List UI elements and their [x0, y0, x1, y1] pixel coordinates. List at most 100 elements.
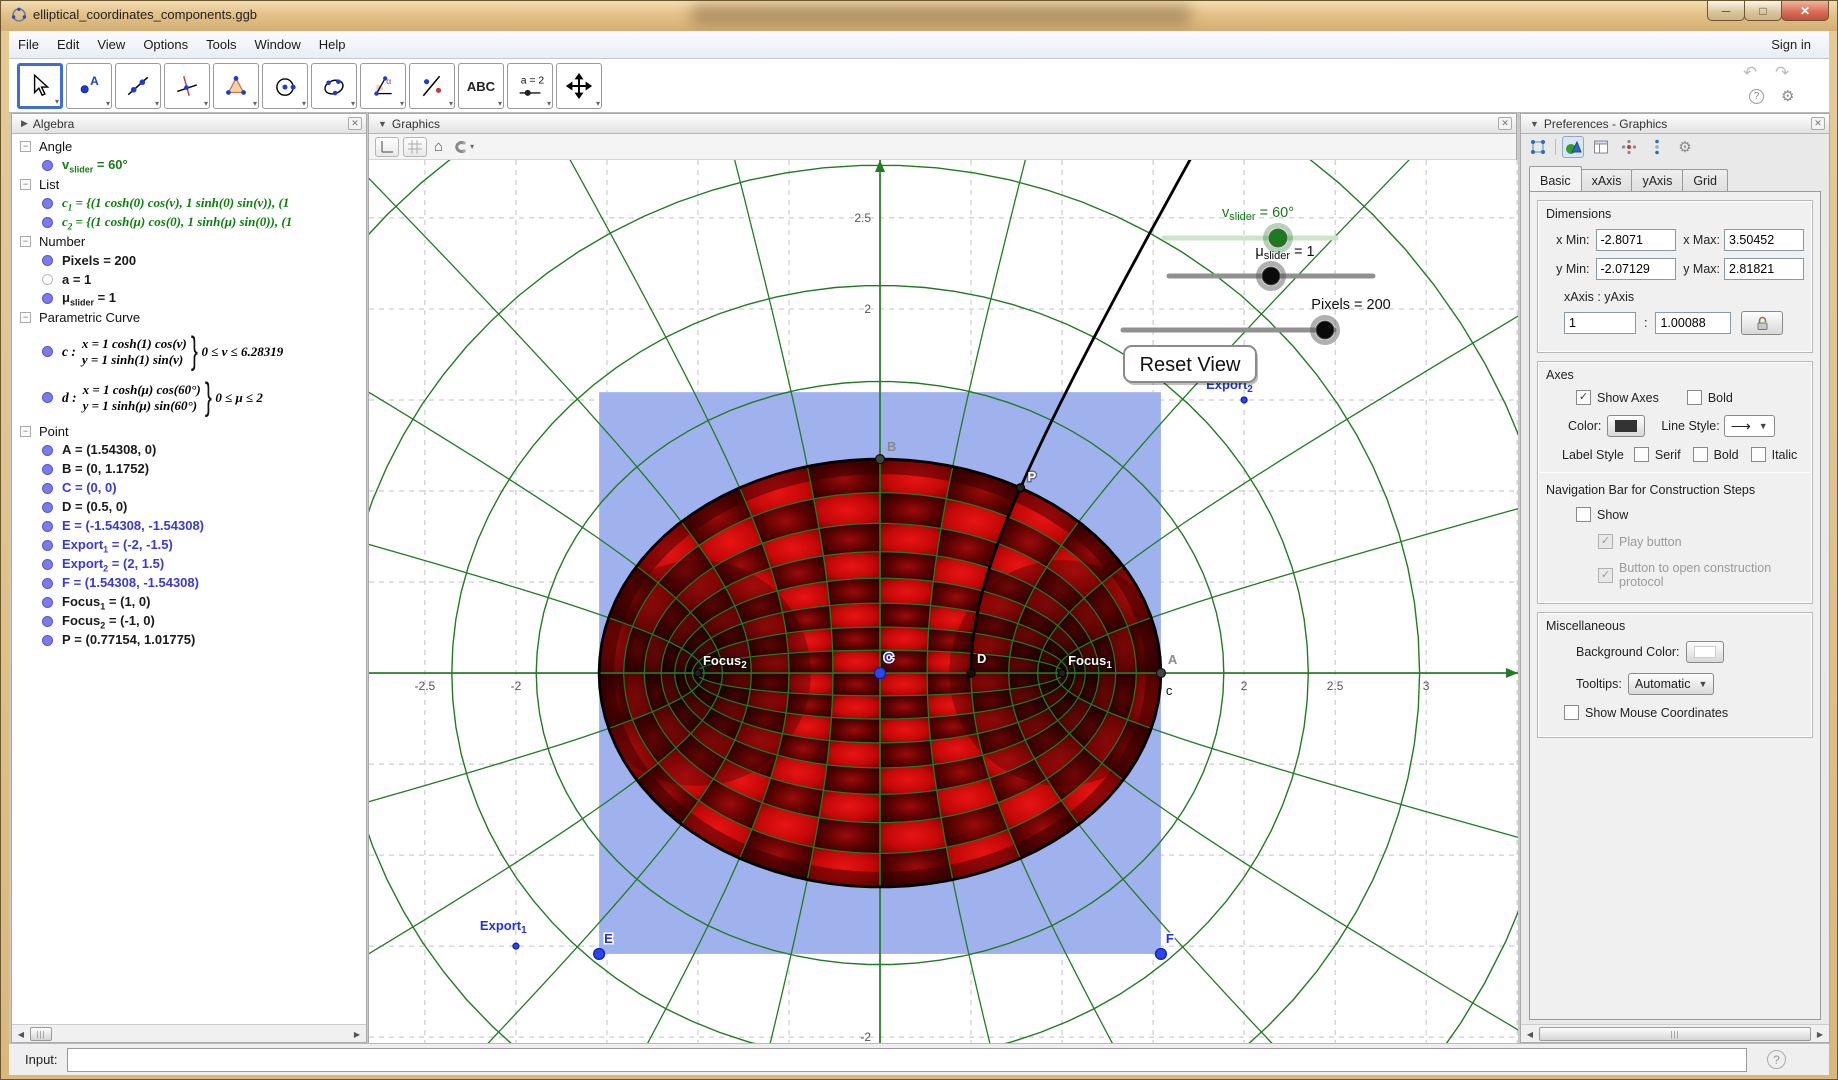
point-D[interactable]	[967, 669, 975, 677]
preferences-horizontal-scrollbar[interactable]: ◀ ||| ▶	[1521, 1024, 1829, 1042]
toggle-grid-button[interactable]	[403, 137, 427, 157]
visibility-dot[interactable]	[42, 160, 53, 171]
visibility-dot[interactable]	[42, 346, 53, 357]
menu-options[interactable]: Options	[134, 32, 197, 57]
tool-reflect[interactable]: ▾	[409, 63, 455, 109]
visibility-dot[interactable]	[42, 293, 53, 304]
point-capturing-dropdown[interactable]: ▾	[450, 141, 477, 153]
tool-slider[interactable]: a = 2 ▾	[507, 63, 553, 109]
protocol-button-checkbox[interactable]: ✓	[1598, 568, 1613, 583]
scrollbar-thumb[interactable]: |||	[30, 1027, 52, 1041]
visibility-dot[interactable]	[42, 445, 53, 456]
prefs-graphics-icon[interactable]	[1562, 136, 1584, 158]
command-input[interactable]	[67, 1048, 1747, 1072]
toggle-axes-button[interactable]	[375, 137, 399, 157]
slider-knob[interactable]	[1269, 229, 1287, 247]
sign-in-link[interactable]: Sign in	[1771, 37, 1829, 52]
tooltips-dropdown[interactable]: Automatic ▼	[1628, 673, 1715, 695]
point-B[interactable]	[876, 455, 885, 464]
algebra-item-pixels[interactable]: Pixels = 200	[12, 251, 366, 270]
axes-color-button[interactable]	[1607, 415, 1645, 437]
settings-gear-icon[interactable]: ⚙	[1781, 87, 1794, 105]
tool-circle[interactable]: ▾	[262, 63, 308, 109]
graphics-header[interactable]: ▼ Graphics ✕	[369, 114, 1516, 134]
visibility-dot[interactable]	[42, 540, 53, 551]
algebra-item-point[interactable]: D = (0.5, 0)	[12, 498, 366, 517]
slider-knob[interactable]	[1316, 321, 1334, 339]
prefs-objects-icon[interactable]	[1527, 136, 1549, 158]
algebra-item-point[interactable]: Focus1 = (1, 0)	[12, 593, 366, 612]
scroll-left-icon[interactable]: ◀	[14, 1027, 28, 1041]
visibility-dot[interactable]	[42, 198, 53, 209]
tool-move-graphics-view[interactable]: ▾	[556, 63, 602, 109]
category-number[interactable]: −Number	[12, 232, 366, 251]
algebra-close-icon[interactable]: ✕	[348, 117, 362, 130]
visibility-dot[interactable]	[42, 559, 53, 570]
visibility-dot[interactable]	[42, 217, 53, 228]
ratio-y-field[interactable]	[1655, 312, 1731, 334]
line-style-dropdown[interactable]: ⟶ ▼	[1724, 415, 1775, 437]
home-icon[interactable]: ⌂	[431, 138, 446, 155]
tool-text[interactable]: ABC ▾	[458, 63, 504, 109]
tool-conic[interactable]: ▾	[311, 63, 357, 109]
visibility-dot[interactable]	[42, 502, 53, 513]
tool-point[interactable]: A ▾	[66, 63, 112, 109]
visibility-dot[interactable]	[42, 597, 53, 608]
italic-checkbox[interactable]: ✓	[1751, 447, 1766, 462]
point-Export1[interactable]	[513, 943, 519, 949]
point-E[interactable]	[594, 948, 605, 959]
prefs-defaults-icon[interactable]	[1618, 136, 1640, 158]
graphics-collapse-icon[interactable]: ▼	[378, 119, 387, 129]
tool-perpendicular-line[interactable]: ▾	[164, 63, 210, 109]
scrollbar-thumb[interactable]: |||	[1539, 1027, 1811, 1041]
xmin-field[interactable]	[1596, 229, 1676, 251]
category-point[interactable]: −Point	[12, 422, 366, 441]
point-Export2[interactable]	[1241, 397, 1247, 403]
title-bar[interactable]: elliptical_coordinates_components.ggb ─ …	[1, 1, 1837, 31]
maximize-button[interactable]: □	[1744, 1, 1782, 21]
background-color-button[interactable]	[1686, 641, 1724, 663]
algebra-item-point[interactable]: C = (0, 0)	[12, 479, 366, 498]
algebra-item-a[interactable]: a = 1	[12, 270, 366, 289]
scroll-left-icon[interactable]: ◀	[1523, 1027, 1537, 1041]
algebra-item-curve-c[interactable]: c : x = 1 cosh(1) cos(ν)y = 1 sinh(1) si…	[12, 330, 366, 373]
ymax-field[interactable]	[1724, 258, 1804, 280]
slider-knob[interactable]	[1262, 267, 1280, 285]
prefs-global-icon[interactable]: ⚙	[1674, 136, 1696, 158]
tool-move[interactable]: ▾	[17, 63, 63, 109]
point-Focus2[interactable]	[694, 670, 701, 677]
category-list[interactable]: −List	[12, 175, 366, 194]
algebra-item-point[interactable]: Export2 = (2, 1.5)	[12, 555, 366, 574]
algebra-item-vslider[interactable]: vslider = 60°	[12, 156, 366, 175]
undo-icon[interactable]: ↶	[1743, 63, 1757, 83]
point-P[interactable]	[1016, 484, 1024, 492]
algebra-item-point[interactable]: P = (0.77154, 1.01775)	[12, 631, 366, 650]
preferences-collapse-icon[interactable]: ▼	[1530, 119, 1539, 129]
menu-view[interactable]: View	[88, 32, 134, 57]
point-Focus1[interactable]	[1059, 670, 1066, 677]
algebra-header[interactable]: ▶ Algebra ✕	[12, 114, 366, 134]
label-bold-checkbox[interactable]: ✓	[1693, 447, 1708, 462]
visibility-dot[interactable]	[42, 483, 53, 494]
show-axes-checkbox[interactable]: ✓	[1576, 390, 1591, 405]
algebra-item-point[interactable]: Focus2 = (-1, 0)	[12, 612, 366, 631]
lock-ratio-button[interactable]	[1741, 311, 1783, 335]
ymin-field[interactable]	[1596, 258, 1676, 280]
tool-angle[interactable]: α ▾	[360, 63, 406, 109]
tool-line[interactable]: ▾	[115, 63, 161, 109]
menu-file[interactable]: File	[9, 32, 48, 57]
scroll-right-icon[interactable]: ▶	[350, 1027, 364, 1041]
visibility-dot[interactable]	[42, 521, 53, 532]
visibility-dot[interactable]	[42, 392, 53, 403]
algebra-item-point[interactable]: F = (1.54308, -1.54308)	[12, 574, 366, 593]
algebra-item-point[interactable]: A = (1.54308, 0)	[12, 441, 366, 460]
prefs-advanced-icon[interactable]	[1646, 136, 1668, 158]
algebra-item-c1[interactable]: c1 = {(1 cosh(0) cos(ν), 1 sinh(0) sin(ν…	[12, 194, 366, 213]
minimize-button[interactable]: ─	[1707, 1, 1745, 21]
prefs-layout-icon[interactable]	[1590, 136, 1612, 158]
point-C[interactable]	[875, 668, 886, 679]
scroll-right-icon[interactable]: ▶	[1813, 1027, 1827, 1041]
visibility-dot[interactable]	[42, 464, 53, 475]
category-parametric-curve[interactable]: −Parametric Curve	[12, 308, 366, 327]
point-A[interactable]	[1156, 669, 1165, 678]
